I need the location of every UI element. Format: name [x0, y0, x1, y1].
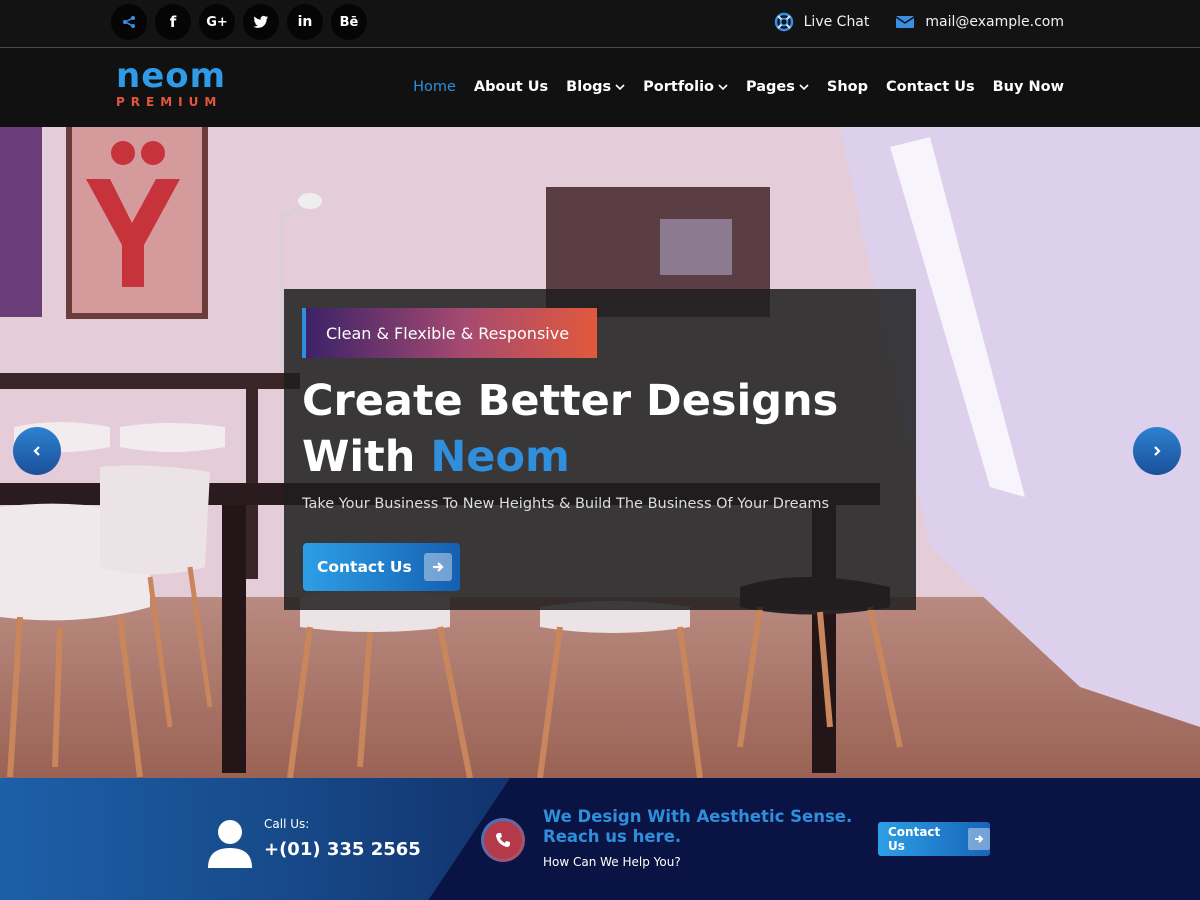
nav-item-pages[interactable]: Pages [746, 79, 809, 95]
band-heading-line1: We Design With Aesthetic Sense. [543, 807, 853, 826]
nav-item-buy-now[interactable]: Buy Now [993, 79, 1064, 95]
slider-next-button[interactable] [1133, 427, 1181, 475]
live-chat-link[interactable]: Live Chat [774, 12, 870, 32]
social-links: f G+ in Bē [111, 4, 367, 40]
arrow-right-icon [423, 553, 452, 581]
nav-item-portfolio[interactable]: Portfolio [643, 79, 728, 95]
top-bar: f G+ in Bē Live Chat mail@example.com [0, 0, 1200, 48]
share-icon[interactable] [111, 4, 147, 40]
nav-item-shop[interactable]: Shop [827, 79, 868, 95]
slider-prev-button[interactable] [13, 427, 61, 475]
call-us-number[interactable]: +(01) 335 2565 [264, 839, 421, 860]
user-icon [208, 820, 252, 868]
hero-caption-panel: Clean & Flexible & Responsive Create Bet… [284, 289, 916, 610]
email-label: mail@example.com [925, 14, 1064, 30]
envelope-icon [895, 16, 915, 28]
contact-band: Call Us: +(01) 335 2565 We Design With A… [0, 778, 1200, 900]
hero-title-line1: Create Better Designs [302, 376, 839, 426]
band-heading-line2: Reach us here. [543, 827, 682, 846]
hero-title: Create Better Designs With Neom [302, 373, 838, 485]
chevron-down-icon [615, 84, 625, 91]
hero-slider: Clean & Flexible & Responsive Create Bet… [0, 127, 1200, 778]
phone-icon [496, 833, 510, 847]
main-navbar: neom PREMIUM Home About Us Blogs Portfol… [0, 49, 1200, 127]
hero-title-accent: Neom [430, 432, 570, 482]
google-plus-icon[interactable]: G+ [199, 4, 235, 40]
band-heading: We Design With Aesthetic Sense. Reach us… [543, 807, 852, 847]
logo-sub-text: PREMIUM [116, 95, 223, 109]
hero-title-prefix: With [302, 432, 431, 482]
top-contact: Live Chat mail@example.com [774, 12, 1064, 32]
live-chat-label: Live Chat [803, 14, 870, 30]
site-logo[interactable]: neom PREMIUM [116, 59, 256, 119]
nav-item-about-us[interactable]: About Us [474, 79, 548, 95]
nav-menu: Home About Us Blogs Portfolio Pages Shop… [413, 79, 1064, 95]
facebook-icon[interactable]: f [155, 4, 191, 40]
band-contact-button[interactable]: Contact Us [878, 822, 990, 856]
contact-band-left [0, 778, 510, 900]
nav-item-contact-us[interactable]: Contact Us [886, 79, 975, 95]
email-link[interactable]: mail@example.com [895, 14, 1064, 30]
nav-item-home[interactable]: Home [413, 79, 456, 95]
band-contact-label: Contact Us [888, 825, 941, 853]
behance-icon[interactable]: Bē [331, 4, 367, 40]
arrow-right-icon [968, 828, 990, 850]
twitter-icon[interactable] [243, 4, 279, 40]
lifebuoy-icon [774, 12, 793, 32]
nav-item-blogs[interactable]: Blogs [566, 79, 625, 95]
hero-contact-label: Contact Us [317, 558, 412, 576]
hero-contact-button[interactable]: Contact Us [303, 543, 460, 591]
call-us-label: Call Us: [264, 817, 310, 831]
hero-subtitle: Take Your Business To New Heights & Buil… [302, 496, 830, 512]
chevron-down-icon [799, 84, 809, 91]
chevron-right-icon [1154, 446, 1161, 456]
hero-tagline: Clean & Flexible & Responsive [302, 308, 597, 358]
logo-main-text: neom [116, 56, 227, 96]
linkedin-icon[interactable]: in [287, 4, 323, 40]
band-subtext: How Can We Help You? [543, 855, 681, 869]
chevron-left-icon [33, 446, 40, 456]
phone-button[interactable] [481, 818, 525, 862]
hero-title-line2: With Neom [302, 429, 838, 485]
chevron-down-icon [718, 84, 728, 91]
